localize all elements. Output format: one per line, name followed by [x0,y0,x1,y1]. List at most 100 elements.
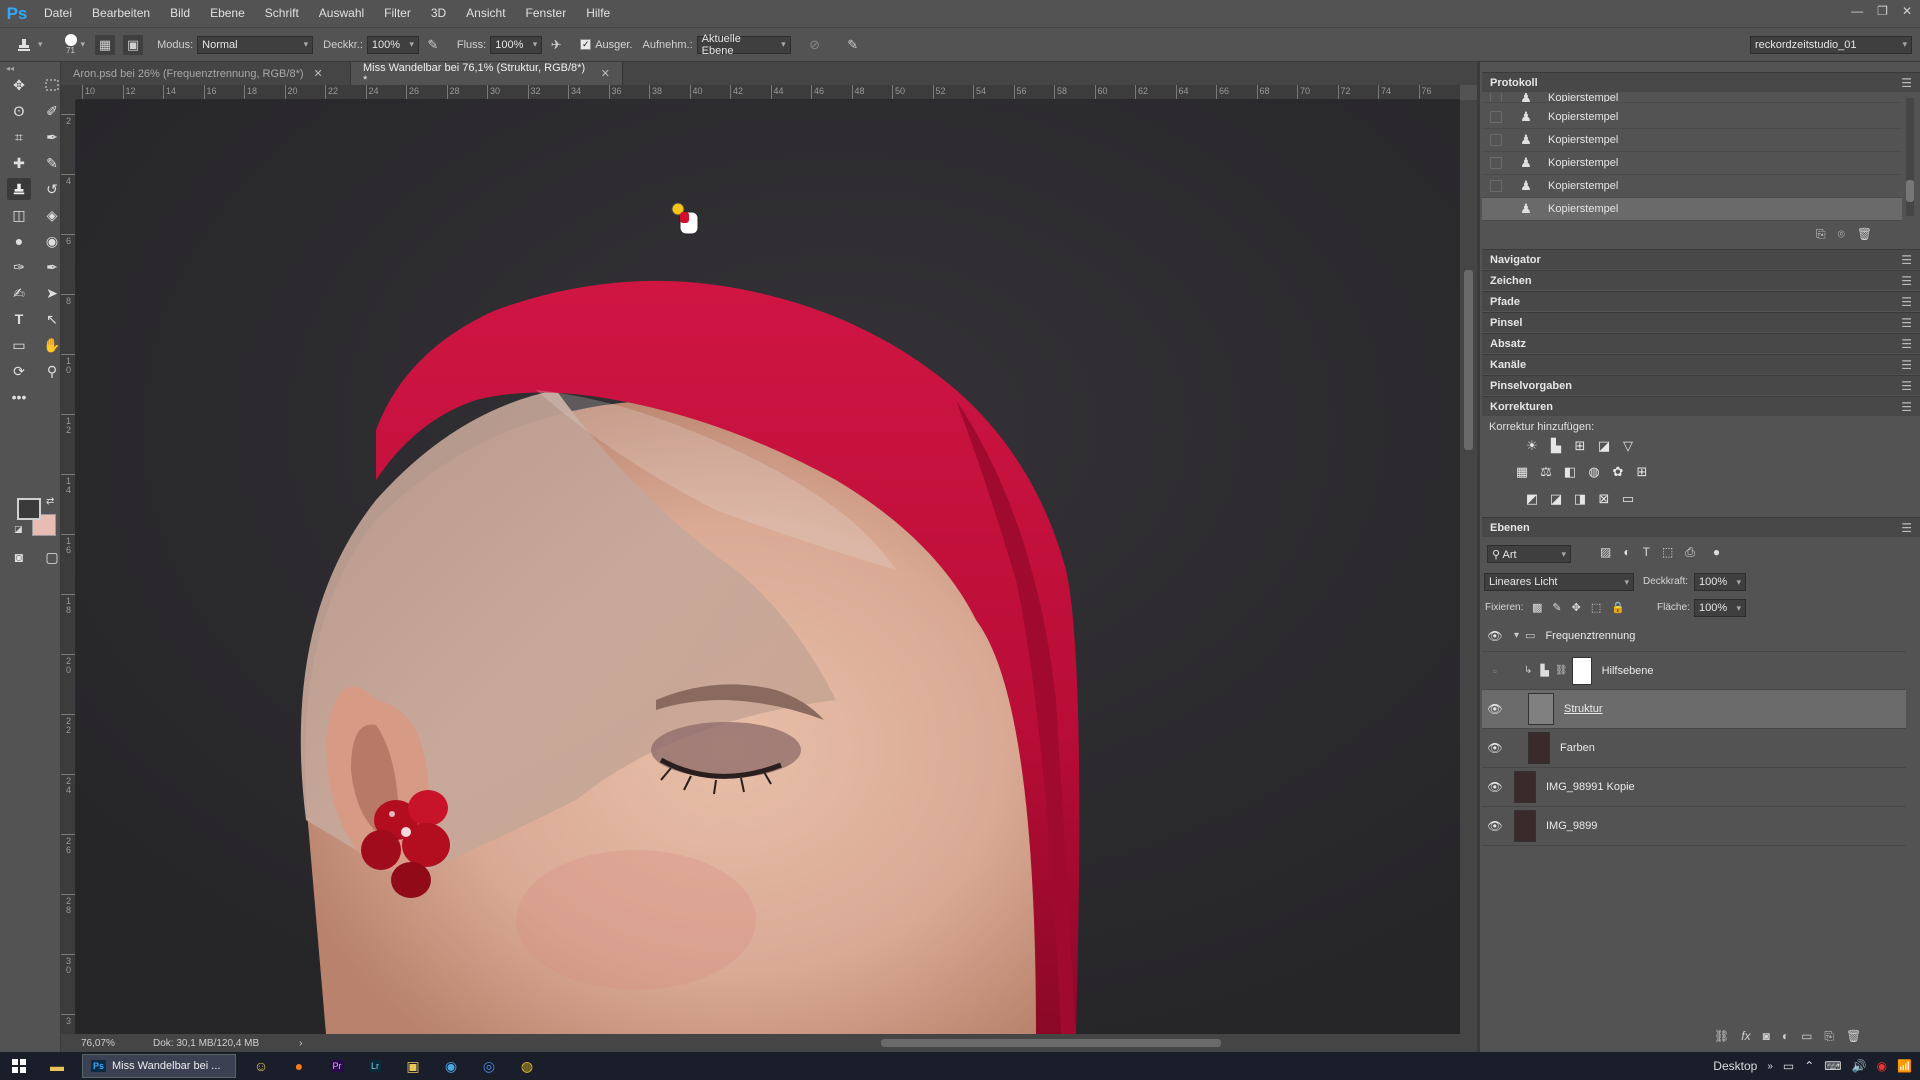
zoom-level[interactable]: 76,07% [81,1038,141,1049]
menu-hilfe[interactable]: Hilfe [576,0,620,27]
move-tool-icon[interactable]: ✥ [7,74,31,96]
desktop-label[interactable]: Desktop [1713,1059,1757,1073]
trash-icon[interactable]: 🗑 [1857,227,1872,242]
zeichen-panel-header[interactable]: Zeichen ☰ [1482,270,1920,290]
menu-fenster[interactable]: Fenster [516,0,577,27]
swap-colors-icon[interactable]: ⇄ [46,496,54,507]
network-icon[interactable]: 📶 [1897,1059,1912,1073]
eye-icon[interactable]: 👁 [1482,819,1508,833]
black-white-icon[interactable]: ◧ [1561,463,1579,481]
panel-menu-icon[interactable]: ☰ [1901,295,1912,309]
blur-tool-icon[interactable]: ● [7,230,31,252]
vertical-scrollbar[interactable] [1460,100,1477,1034]
clone-stamp-preset-icon[interactable] [14,35,34,55]
firefox-icon[interactable]: ● [280,1052,318,1080]
snapshot-camera-icon[interactable]: ⌾ [1838,227,1845,242]
exposure-icon[interactable]: ◪ [1595,437,1613,455]
history-snapshot-box[interactable] [1490,111,1502,123]
panel-menu-icon[interactable]: ☰ [1901,379,1912,393]
threshold-icon[interactable]: ◨ [1571,490,1589,508]
toolbar-collapse-icon[interactable]: ◂◂ [6,64,14,73]
crop-tool-icon[interactable]: ⌗ [7,126,31,148]
panel-menu-icon[interactable]: ☰ [1901,521,1912,535]
new-group-icon[interactable]: ▭ [1801,1029,1812,1044]
brush-panel-toggle-icon[interactable]: ▦ [95,34,116,55]
opacity-select[interactable]: 100% ▾ [1694,573,1746,591]
history-snapshot-box[interactable] [1490,203,1502,215]
close-button[interactable]: ✕ [1902,4,1912,18]
menu-schrift[interactable]: Schrift [255,0,309,27]
history-item[interactable]: ♟ Kopierstempel [1482,93,1902,103]
photo-filter-icon[interactable]: ◍ [1585,463,1603,481]
scroll-thumb[interactable] [881,1039,1221,1047]
chevron-down-icon[interactable]: ▾ [1514,630,1519,641]
restore-button[interactable]: ❐ [1877,4,1888,18]
eye-icon[interactable]: 👁 [1482,780,1508,794]
filter-toggle-icon[interactable]: ● [1713,545,1720,560]
volume-icon[interactable]: 🔊 [1852,1059,1867,1073]
pressure-opacity-icon[interactable]: ✎ [423,35,443,55]
panel-menu-icon[interactable]: ☰ [1901,316,1912,330]
history-item[interactable]: ♟ Kopierstempel [1482,175,1902,198]
layer-filter-select[interactable]: ⚲ Art ▾ [1487,545,1571,563]
brush-chevron-icon[interactable]: ▾ [81,39,86,50]
layer-farben[interactable]: 👁 Farben [1482,729,1906,768]
brush-preview[interactable]: 71 [64,34,77,55]
folder-icon[interactable]: ▣ [394,1052,432,1080]
selective-color-icon[interactable]: ⊠ [1595,490,1613,508]
protokoll-panel-header[interactable]: Protokoll ☰ [1482,72,1920,92]
ignore-adjustment-layers-icon[interactable]: ⊘ [805,35,825,55]
pinselvorgaben-panel-header[interactable]: Pinselvorgaben ☰ [1482,375,1920,395]
preset-chevron-icon[interactable]: ▾ [38,39,43,50]
document-canvas[interactable] [76,100,1460,1034]
curves-icon[interactable]: ⊞ [1571,437,1589,455]
fill-select[interactable]: 100% ▾ [1694,599,1746,617]
history-snapshot-box[interactable] [1490,134,1502,146]
adobe-cc-icon[interactable]: ◉ [1877,1059,1887,1073]
navigator-panel-header[interactable]: Navigator ☰ [1482,249,1920,269]
close-icon[interactable]: ✕ [314,67,323,80]
default-colors-icon[interactable]: ◪ [14,524,23,535]
filter-type-icon[interactable]: T [1643,545,1650,560]
kanaele-panel-header[interactable]: Kanäle ☰ [1482,354,1920,374]
hue-saturation-icon[interactable]: ▦ [1513,463,1531,481]
brightness-contrast-icon[interactable]: ☀ [1523,437,1541,455]
layer-mask-thumbnail[interactable] [1571,656,1592,685]
tray-chevron-up-icon[interactable]: ⌃ [1804,1059,1814,1073]
history-item-selected[interactable]: ♟ Kopierstempel [1482,198,1902,221]
menu-filter[interactable]: Filter [374,0,421,27]
deckkraft-select[interactable]: 100% ▾ [366,35,419,54]
history-item[interactable]: ♟ Kopierstempel [1482,129,1902,152]
modus-select[interactable]: Normal ▾ [197,35,314,54]
panel-menu-icon[interactable]: ☰ [1901,337,1912,351]
vibrance-icon[interactable]: ▽ [1619,437,1637,455]
menu-bearbeiten[interactable]: Bearbeiten [82,0,160,27]
close-icon[interactable]: ✕ [601,67,610,80]
filter-shape-icon[interactable]: ⬚ [1662,545,1673,560]
aufnehm-select[interactable]: Aktuelle Ebene ▾ [696,33,791,57]
more-tools-icon[interactable]: ••• [7,386,31,408]
pen-tool-icon[interactable]: ✑ [7,256,31,278]
menu-auswahl[interactable]: Auswahl [309,0,374,27]
tab-miss-wandelbar[interactable]: Miss Wandelbar bei 76,1% (Struktur, RGB/… [351,62,623,86]
panel-menu-icon[interactable]: ☰ [1901,253,1912,267]
healing-brush-tool-icon[interactable]: ✚ [7,152,31,174]
color-balance-icon[interactable]: ⚖ [1537,463,1555,481]
chain-link-icon[interactable]: ⛓ [1555,665,1568,676]
filter-pixel-icon[interactable]: ▨ [1600,545,1611,560]
pfade-panel-header[interactable]: Pfade ☰ [1482,291,1920,311]
menu-ebene[interactable]: Ebene [200,0,255,27]
layer-struktur[interactable]: 👁 Struktur [1482,690,1906,729]
invert-icon[interactable]: ◩ [1523,490,1541,508]
layer-img-9899[interactable]: 👁 IMG_9899 [1482,807,1906,846]
tab-aron[interactable]: Aron.psd bei 26% (Frequenztrennung, RGB/… [61,62,351,85]
clone-source-panel-icon[interactable]: ▣ [123,34,144,55]
minimize-button[interactable]: — [1851,4,1863,18]
premiere-icon[interactable]: Pr [318,1052,356,1080]
filter-smartobject-icon[interactable]: ⎙ [1685,545,1695,560]
panel-menu-icon[interactable]: ☰ [1901,400,1912,414]
lock-position-icon[interactable]: ✥ [1572,601,1581,614]
lock-transparent-icon[interactable]: ▩ [1532,601,1542,614]
add-mask-icon[interactable]: ◙ [1763,1029,1770,1044]
tray-expand-icon[interactable]: » [1767,1061,1773,1072]
